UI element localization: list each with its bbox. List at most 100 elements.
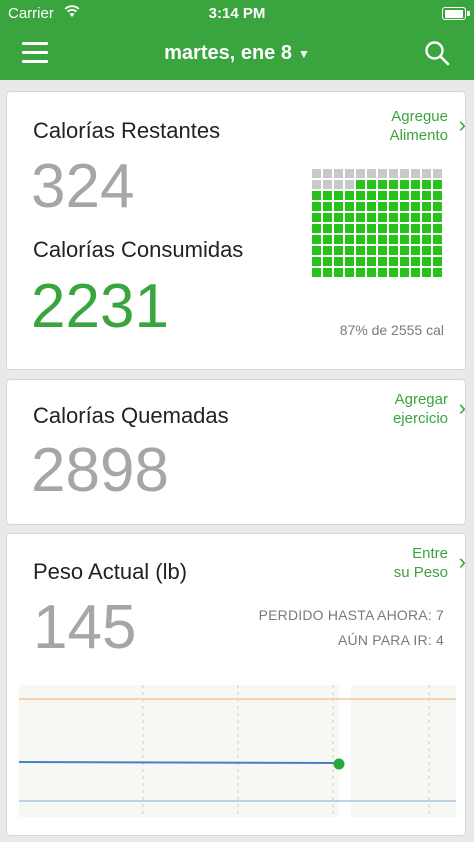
grid-cell-consumed: [400, 213, 409, 222]
grid-cell-remaining: [422, 169, 431, 178]
calories-consumed-label: Calorías Consumidas: [33, 237, 244, 262]
grid-cell-consumed: [422, 213, 431, 222]
grid-cell-consumed: [389, 213, 398, 222]
grid-cell-consumed: [334, 257, 343, 266]
grid-cell-consumed: [378, 224, 387, 233]
grid-cell-consumed: [345, 257, 354, 266]
chevron-down-icon: ▼: [297, 46, 310, 61]
grid-cell-consumed: [411, 235, 420, 244]
grid-cell-consumed: [323, 202, 332, 211]
search-icon[interactable]: [424, 40, 450, 66]
current-weight-point[interactable]: [333, 758, 345, 770]
grid-cell-consumed: [345, 246, 354, 255]
grid-cell-consumed: [345, 268, 354, 277]
add-exercise-label-line2: ejercicio: [392, 410, 448, 427]
grid-cell-consumed: [312, 191, 321, 200]
grid-cell-consumed: [389, 191, 398, 200]
grid-cell-consumed: [378, 180, 387, 189]
grid-cell-remaining: [323, 180, 332, 189]
grid-cell-remaining: [356, 169, 365, 178]
status-bar: Carrier 3:14 PM: [0, 0, 474, 28]
grid-cell-consumed: [422, 191, 431, 200]
calorie-progress-grid: [312, 168, 444, 294]
grid-cell-consumed: [334, 235, 343, 244]
grid-cell-consumed: [367, 213, 376, 222]
grid-cell-remaining: [400, 169, 409, 178]
nav-bar: martes, ene 8 ▼: [0, 28, 474, 80]
grid-cell-consumed: [411, 257, 420, 266]
grid-cell-consumed: [433, 235, 442, 244]
grid-cell-remaining: [312, 180, 321, 189]
grid-cell-consumed: [312, 213, 321, 222]
grid-cell-remaining: [334, 169, 343, 178]
grid-cell-consumed: [323, 235, 332, 244]
grid-cell-remaining: [345, 180, 354, 189]
grid-cell-consumed: [345, 213, 354, 222]
grid-cell-consumed: [334, 268, 343, 277]
grid-cell-consumed: [400, 268, 409, 277]
grid-cell-consumed: [400, 180, 409, 189]
calorie-progress-text: 87% de 2555 cal: [339, 322, 444, 338]
grid-cell-consumed: [345, 202, 354, 211]
grid-cell-consumed: [323, 268, 332, 277]
grid-cell-consumed: [323, 246, 332, 255]
grid-cell-consumed: [312, 224, 321, 233]
weight-to-go-text: AÚN PARA IR: 4: [337, 632, 444, 648]
grid-cell-consumed: [345, 191, 354, 200]
add-exercise-button[interactable]: Agregar ejercicio ›: [392, 390, 466, 428]
date-selector[interactable]: martes, ene 8 ▼: [0, 42, 474, 65]
grid-cell-remaining: [323, 169, 332, 178]
grid-cell-consumed: [367, 268, 376, 277]
grid-cell-consumed: [356, 268, 365, 277]
grid-cell-consumed: [411, 180, 420, 189]
date-title: martes, ene 8: [164, 42, 292, 64]
calories-remaining-value: 324: [31, 152, 135, 221]
grid-cell-consumed: [334, 202, 343, 211]
grid-cell-consumed: [400, 202, 409, 211]
today-column: [339, 685, 351, 817]
grid-cell-consumed: [400, 257, 409, 266]
grid-cell-consumed: [400, 246, 409, 255]
grid-cell-consumed: [422, 235, 431, 244]
grid-cell-consumed: [389, 202, 398, 211]
grid-cell-consumed: [378, 246, 387, 255]
grid-cell-consumed: [433, 257, 442, 266]
grid-cell-consumed: [378, 235, 387, 244]
grid-cell-consumed: [389, 268, 398, 277]
grid-cell-consumed: [323, 224, 332, 233]
grid-cell-consumed: [411, 213, 420, 222]
chevron-right-icon: ›: [458, 549, 466, 574]
weight-lost-text: PERDIDO HASTA AHORA: 7: [258, 607, 444, 623]
grid-cell-consumed: [411, 246, 420, 255]
grid-cell-consumed: [422, 257, 431, 266]
grid-cell-consumed: [323, 213, 332, 222]
grid-cell-consumed: [433, 202, 442, 211]
grid-cell-consumed: [422, 268, 431, 277]
grid-cell-consumed: [389, 224, 398, 233]
add-food-button[interactable]: Agregue Alimento ›: [390, 107, 466, 145]
grid-cell-consumed: [411, 268, 420, 277]
add-food-label-line1: Agregue: [391, 108, 448, 125]
grid-cell-consumed: [312, 257, 321, 266]
grid-cell-consumed: [356, 246, 365, 255]
battery-icon: [442, 7, 470, 20]
grid-cell-remaining: [389, 169, 398, 178]
weight-series-line: [18, 761, 340, 764]
grid-cell-remaining: [312, 169, 321, 178]
grid-cell-consumed: [367, 191, 376, 200]
grid-cell-consumed: [411, 202, 420, 211]
grid-cell-consumed: [422, 246, 431, 255]
grid-cell-consumed: [378, 257, 387, 266]
enter-weight-button[interactable]: Entre su Peso ›: [394, 544, 466, 582]
grid-cell-remaining: [411, 169, 420, 178]
grid-cell-consumed: [400, 235, 409, 244]
grid-cell-consumed: [433, 268, 442, 277]
grid-cell-consumed: [422, 224, 431, 233]
grid-cell-consumed: [411, 191, 420, 200]
grid-cell-consumed: [433, 224, 442, 233]
grid-cell-consumed: [411, 224, 420, 233]
grid-cell-consumed: [334, 191, 343, 200]
grid-cell-consumed: [367, 235, 376, 244]
grid-cell-consumed: [378, 268, 387, 277]
enter-weight-label-line1: Entre: [412, 545, 448, 562]
